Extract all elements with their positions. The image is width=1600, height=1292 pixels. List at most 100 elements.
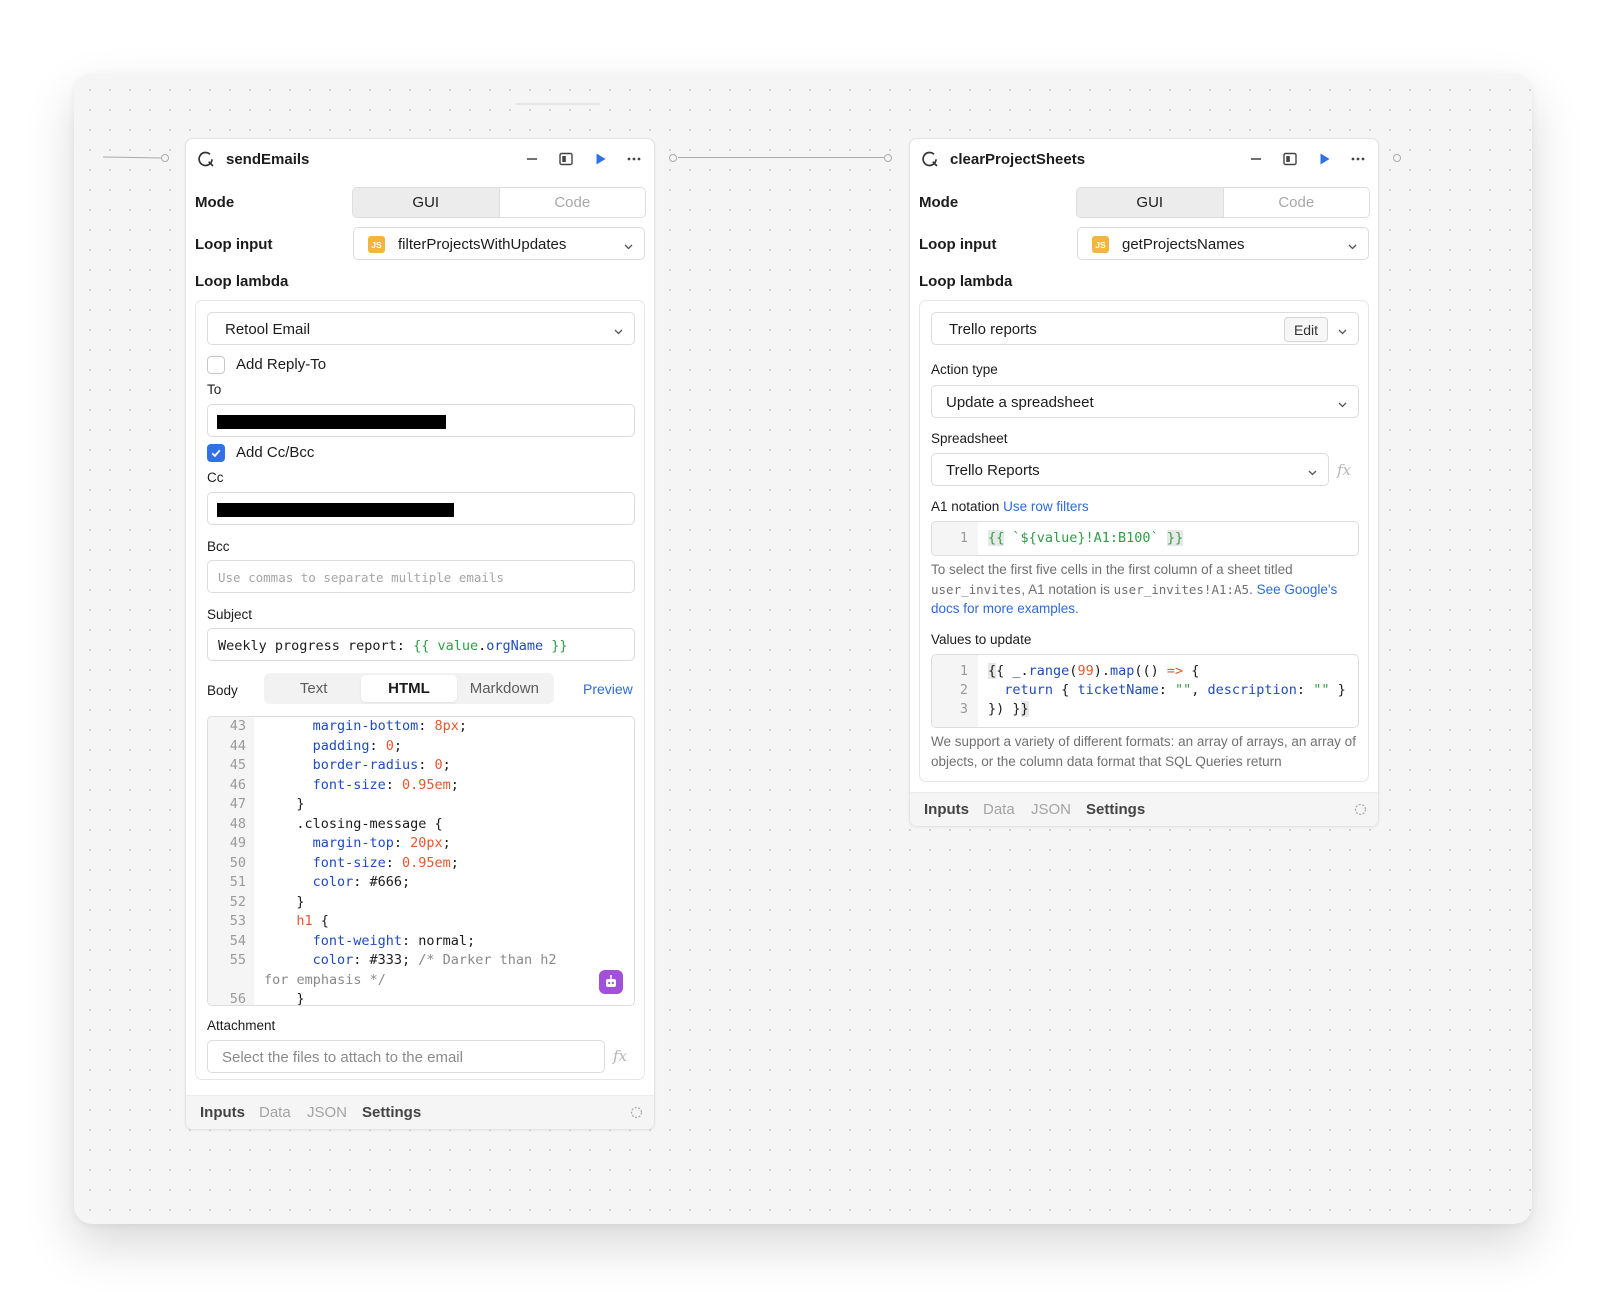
resource-value: Retool Email bbox=[225, 321, 311, 338]
footer-tab-settings[interactable]: Settings bbox=[1086, 801, 1145, 818]
line-number: 1 bbox=[959, 530, 968, 546]
more-options-icon[interactable] bbox=[624, 149, 644, 169]
fx-icon[interactable]: fx bbox=[1337, 461, 1351, 479]
left-out-port[interactable] bbox=[669, 154, 677, 162]
add-reply-to-checkbox[interactable] bbox=[207, 356, 225, 374]
line-number: 53 bbox=[229, 913, 246, 929]
code-text: .closing-message { bbox=[296, 815, 443, 832]
js-query-icon: JS bbox=[1092, 236, 1109, 253]
line-number: 2 bbox=[959, 682, 968, 698]
edit-resource-button[interactable]: Edit bbox=[1284, 317, 1328, 342]
cc-label: Cc bbox=[207, 470, 224, 485]
robot-icon bbox=[606, 975, 616, 987]
left-in-port[interactable] bbox=[161, 154, 169, 162]
mode-gui-option[interactable]: GUI bbox=[1077, 188, 1224, 217]
css-value: 0.95em bbox=[402, 854, 451, 871]
preview-link[interactable]: Preview bbox=[583, 681, 633, 697]
line-number: 45 bbox=[229, 757, 246, 773]
run-icon[interactable] bbox=[591, 149, 611, 169]
right-out-port[interactable] bbox=[1393, 154, 1401, 162]
line-number: 1 bbox=[959, 663, 968, 679]
footer-tab-json[interactable]: JSON bbox=[307, 1104, 347, 1121]
code-line: margin-bottom: 8px; bbox=[312, 718, 468, 734]
tpl-close: }} bbox=[1166, 530, 1184, 546]
a1-label-text: A1 notation bbox=[931, 499, 1000, 514]
action-type-select[interactable]: Update a spreadsheet bbox=[931, 385, 1359, 418]
bcc-input[interactable]: Use commas to separate multiple emails bbox=[207, 560, 635, 593]
cc-input[interactable] bbox=[207, 492, 635, 525]
block-title[interactable]: clearProjectSheets bbox=[950, 151, 1085, 168]
loop-input-select[interactable]: JS filterProjectsWithUpdates bbox=[353, 227, 645, 260]
help-code: user_invites bbox=[931, 581, 1022, 597]
bcc-label: Bcc bbox=[207, 539, 230, 554]
block-title[interactable]: sendEmails bbox=[226, 151, 309, 168]
mode-code-option[interactable]: Code bbox=[1223, 188, 1369, 217]
fx-icon[interactable]: fx bbox=[613, 1047, 627, 1065]
code-line: } bbox=[296, 796, 304, 812]
code-line: color: #333; /* Darker than h2 bbox=[312, 952, 557, 968]
spreadsheet-value: Trello Reports bbox=[946, 462, 1040, 479]
more-options-icon[interactable] bbox=[1348, 149, 1368, 169]
code-line: margin-top: 20px; bbox=[312, 835, 451, 851]
right-in-port[interactable] bbox=[884, 154, 892, 162]
loop-input-select[interactable]: JS getProjectsNames bbox=[1077, 227, 1369, 260]
block-header: sendEmails bbox=[186, 139, 654, 179]
minimize-icon[interactable] bbox=[522, 149, 542, 169]
mode-code-option[interactable]: Code bbox=[499, 188, 645, 217]
attachment-input[interactable]: Select the files to attach to the email bbox=[207, 1040, 605, 1073]
expand-panel-icon[interactable] bbox=[1280, 149, 1300, 169]
values-code-editor[interactable]: 1 2 3 {{ _.range(99).map(() => { return … bbox=[931, 654, 1359, 728]
css-property: margin-bottom bbox=[312, 718, 419, 734]
spreadsheet-select[interactable]: Trello Reports bbox=[931, 453, 1329, 486]
resource-select[interactable]: Trello reports Edit bbox=[931, 312, 1359, 345]
footer-tab-inputs[interactable]: Inputs bbox=[200, 1104, 245, 1121]
loop-lambda-container: Retool Email Add Reply-To To Add Cc/Bcc … bbox=[195, 300, 645, 1080]
subject-input[interactable]: Weekly progress report: {{ value.orgName… bbox=[207, 628, 635, 661]
google-docs-link[interactable]: See bbox=[1257, 582, 1281, 597]
mode-toggle[interactable]: GUI Code bbox=[1076, 187, 1370, 218]
css-property: padding bbox=[312, 737, 370, 754]
clear-project-sheets-block[interactable]: clearProjectSheets Mode GUI Code Loop in… bbox=[909, 138, 1379, 827]
css-value: 20px bbox=[410, 835, 443, 851]
footer-tab-data[interactable]: Data bbox=[259, 1104, 291, 1121]
values-help-text: We support a variety of different format… bbox=[931, 734, 1356, 769]
resource-select[interactable]: Retool Email bbox=[207, 312, 635, 345]
tab-html[interactable]: HTML bbox=[361, 675, 457, 702]
code-comment: /* Darker than h2 bbox=[418, 952, 557, 968]
ai-assist-button[interactable] bbox=[599, 970, 623, 994]
footer-tab-inputs[interactable]: Inputs bbox=[924, 801, 969, 818]
line-number: 47 bbox=[229, 796, 246, 812]
use-row-filters-link[interactable]: Use row filters bbox=[1003, 499, 1089, 514]
resource-value: Trello reports bbox=[949, 321, 1037, 338]
tab-markdown[interactable]: Markdown bbox=[457, 675, 552, 702]
body-code-editor[interactable]: 43 margin-bottom: 8px; 44 padding: 0; 45 bord… bbox=[207, 716, 635, 1006]
minimize-icon[interactable] bbox=[1246, 149, 1266, 169]
loop-input-value: filterProjectsWithUpdates bbox=[398, 236, 567, 253]
expand-panel-icon[interactable] bbox=[556, 149, 576, 169]
css-property: margin-top bbox=[312, 835, 394, 851]
mode-gui-option[interactable]: GUI bbox=[353, 188, 500, 217]
footer-tab-data[interactable]: Data bbox=[983, 801, 1015, 818]
css-value: 8px bbox=[434, 718, 459, 734]
line-number: 56 bbox=[229, 991, 246, 1006]
add-cc-bcc-checkbox[interactable] bbox=[207, 444, 225, 462]
css-property: font-weight bbox=[312, 932, 402, 949]
template-prop: orgName bbox=[486, 638, 544, 654]
a1-code-editor[interactable]: 1 {{ `${value}!A1:B100` }} bbox=[931, 521, 1359, 556]
line-number: 50 bbox=[229, 854, 246, 871]
send-emails-block[interactable]: sendEmails Mode GUI Code Loop input JS f… bbox=[185, 138, 655, 1130]
body-format-tabs[interactable]: Text HTML Markdown bbox=[264, 673, 554, 704]
loop-lambda-label: Loop lambda bbox=[919, 273, 1013, 290]
tab-text[interactable]: Text bbox=[266, 675, 361, 702]
run-icon[interactable] bbox=[1315, 149, 1335, 169]
footer-tab-settings[interactable]: Settings bbox=[362, 1104, 421, 1121]
mode-toggle[interactable]: GUI Code bbox=[352, 187, 646, 218]
chevron-down-icon bbox=[1347, 239, 1358, 257]
chevron-down-icon[interactable] bbox=[1337, 324, 1348, 342]
to-input[interactable] bbox=[207, 404, 635, 437]
footer-tab-json[interactable]: JSON bbox=[1031, 801, 1071, 818]
a1-help-text: To select the first five cells in the fi… bbox=[931, 560, 1361, 619]
code-text: } bbox=[296, 796, 305, 812]
line-number: 3 bbox=[959, 701, 968, 717]
subject-value: Weekly progress report: {{ value.orgName… bbox=[218, 638, 568, 654]
